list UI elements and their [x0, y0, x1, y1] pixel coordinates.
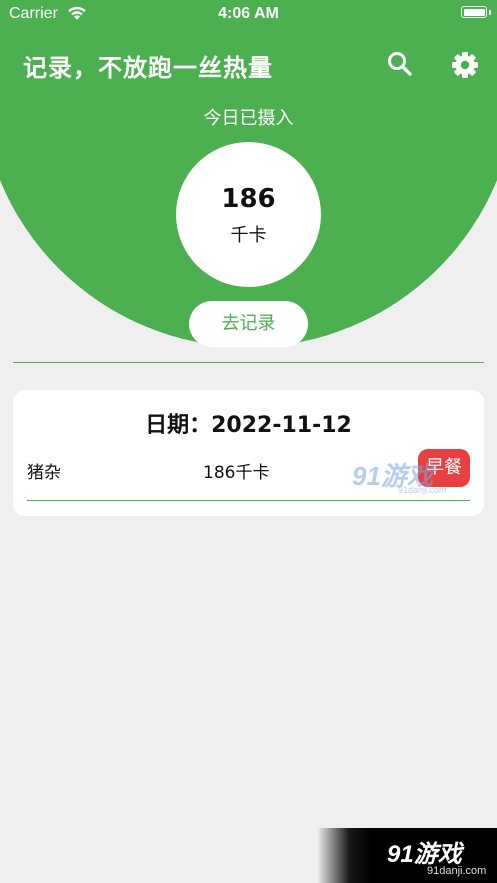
record-date: 日期：2022-11-12: [145, 413, 352, 438]
watermark-logo: 91游戏 91danji.com: [352, 456, 452, 498]
battery-tip: [489, 10, 491, 15]
corner-watermark: 91游戏 91danji.com: [317, 828, 497, 883]
item-divider: [27, 500, 470, 501]
calorie-unit: 千卡: [230, 225, 267, 246]
watermark-url: 91danji.com: [398, 485, 447, 495]
corner-watermark-url: 91danji.com: [427, 865, 487, 877]
gear-icon[interactable]: [450, 50, 480, 80]
food-name[interactable]: 猪杂: [27, 458, 61, 483]
page-title: 记录，不放跑一丝热量: [23, 54, 273, 82]
record-button[interactable]: 去记录: [189, 301, 308, 347]
corner-watermark-text: 91游戏: [387, 841, 462, 868]
status-bar: Carrier 4:06 AM: [0, 0, 497, 28]
search-icon[interactable]: [386, 50, 414, 78]
calorie-summary-circle: 186 千卡: [176, 142, 321, 287]
calorie-total: 186: [221, 184, 276, 214]
battery-icon: [461, 6, 487, 18]
status-time: 4:06 AM: [218, 5, 279, 22]
battery-level: [463, 8, 485, 16]
food-calories: 186千卡: [203, 463, 270, 483]
today-intake-label: 今日已摄入: [203, 108, 294, 129]
section-divider: [13, 362, 484, 363]
